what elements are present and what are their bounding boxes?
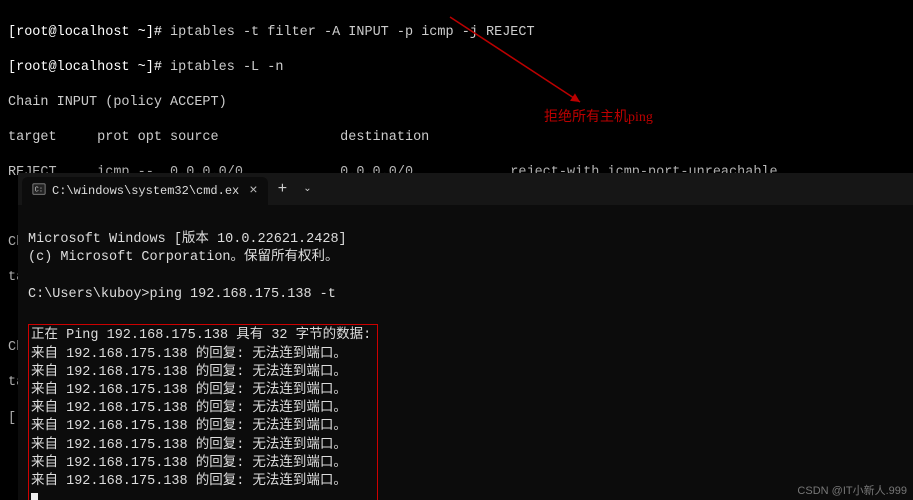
ping-reply: 来自 192.168.175.138 的回复: 无法连到端口。 bbox=[31, 456, 347, 471]
win-header1: Microsoft Windows [版本 10.0.22621.2428] bbox=[28, 232, 347, 247]
cmd-icon: C: bbox=[32, 182, 46, 200]
new-tab-button[interactable]: + bbox=[268, 180, 298, 198]
rule-header: target prot opt source destination bbox=[8, 129, 905, 147]
linux-prompt: [root@localhost ~]# bbox=[8, 25, 162, 40]
ping-output-box: 正在 Ping 192.168.175.138 具有 32 字节的数据: 来自 … bbox=[28, 324, 378, 500]
win-prompt: C:\Users\kuboy> bbox=[28, 287, 150, 302]
titlebar[interactable]: C: C:\windows\system32\cmd.ex × + ⌄ bbox=[18, 173, 913, 205]
chain-input: Chain INPUT (policy ACCEPT) bbox=[8, 94, 905, 112]
tab-dropdown-icon[interactable]: ⌄ bbox=[297, 183, 317, 195]
win-header2: (c) Microsoft Corporation。保留所有权利。 bbox=[28, 250, 339, 265]
tab-cmd[interactable]: C: C:\windows\system32\cmd.ex × bbox=[22, 177, 268, 205]
svg-text:C:: C: bbox=[35, 187, 43, 195]
win-cmd: ping 192.168.175.138 -t bbox=[150, 287, 336, 302]
linux-cmd2: iptables -L -n bbox=[170, 60, 283, 75]
ping-reply: 来自 192.168.175.138 的回复: 无法连到端口。 bbox=[31, 365, 347, 380]
annotation-reject: 拒绝所有主机ping bbox=[544, 106, 653, 126]
ping-header: 正在 Ping 192.168.175.138 具有 32 字节的数据: bbox=[31, 328, 371, 343]
watermark: CSDN @IT小新人.999 bbox=[797, 482, 907, 498]
ping-reply: 来自 192.168.175.138 的回复: 无法连到端口。 bbox=[31, 401, 347, 416]
linux-cmd1: iptables -t filter -A INPUT -p icmp -j R… bbox=[170, 25, 535, 40]
text-cursor bbox=[31, 493, 38, 500]
linux-prompt2: [root@localhost ~]# bbox=[8, 60, 162, 75]
ping-reply: 来自 192.168.175.138 的回复: 无法连到端口。 bbox=[31, 438, 347, 453]
windows-terminal-body[interactable]: Microsoft Windows [版本 10.0.22621.2428] (… bbox=[18, 205, 913, 500]
tab-title: C:\windows\system32\cmd.ex bbox=[52, 184, 239, 198]
windows-terminal-window: C: C:\windows\system32\cmd.ex × + ⌄ Micr… bbox=[18, 173, 913, 500]
close-icon[interactable]: × bbox=[249, 183, 257, 199]
ping-reply: 来自 192.168.175.138 的回复: 无法连到端口。 bbox=[31, 383, 347, 398]
ping-reply: 来自 192.168.175.138 的回复: 无法连到端口。 bbox=[31, 347, 347, 362]
ping-reply: 来自 192.168.175.138 的回复: 无法连到端口。 bbox=[31, 419, 347, 434]
ping-reply: 来自 192.168.175.138 的回复: 无法连到端口。 bbox=[31, 474, 347, 489]
